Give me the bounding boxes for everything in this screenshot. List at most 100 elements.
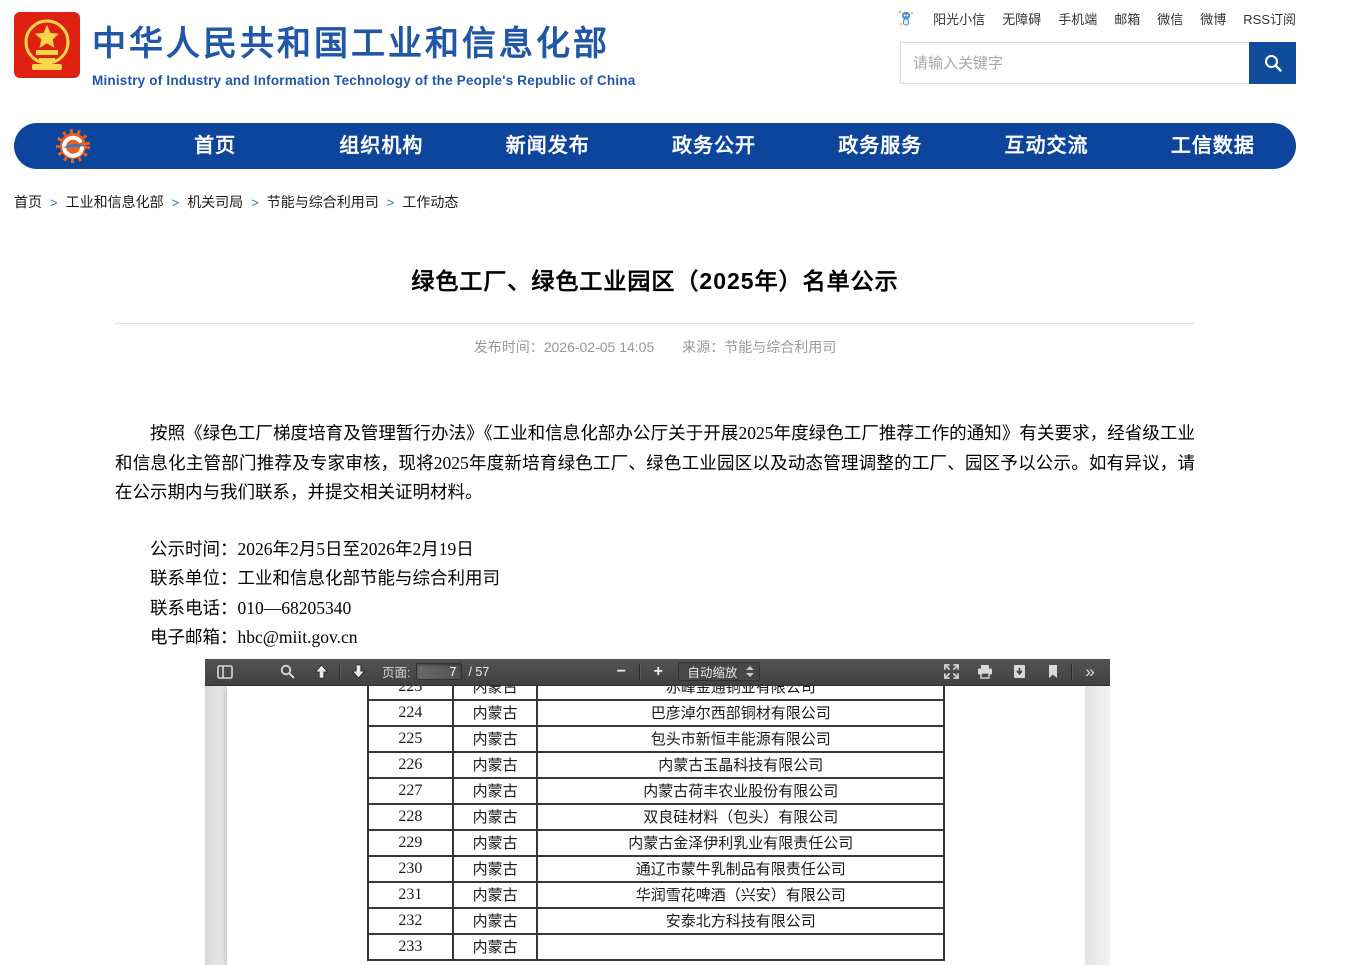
zoom-mode-select[interactable]: 自动缩放 — [678, 662, 760, 681]
top-link-2[interactable]: 手机端 — [1058, 9, 1097, 28]
breadcrumb-item-3[interactable]: 节能与综合利用司 — [267, 192, 379, 212]
table-cell-company: 双良硅材料（包头）有限公司 — [537, 804, 944, 830]
table-row: 225内蒙古包头市新恒丰能源有限公司 — [368, 726, 944, 752]
table-cell-no: 230 — [368, 856, 453, 882]
nav-item-0[interactable]: 首页 — [132, 123, 298, 169]
breadcrumb: 首页>工业和信息化部>机关司局>节能与综合利用司>工作动态 — [14, 192, 1296, 212]
table-cell-company: 内蒙古玉晶科技有限公司 — [537, 752, 944, 778]
table-cell-province: 内蒙古 — [453, 726, 538, 752]
table-cell-company: 赤峰金通铜业有限公司 — [537, 686, 944, 700]
table-cell-no: 231 — [368, 882, 453, 908]
previous-page-button[interactable] — [309, 661, 333, 683]
pdf-page: 223内蒙古赤峰金通铜业有限公司224内蒙古巴彦淖尔西部铜材有限公司225内蒙古… — [227, 686, 1085, 965]
article-paragraph: 按照《绿色工厂梯度培育及管理暂行办法》《工业和信息化部办公厅关于开展2025年度… — [115, 419, 1195, 508]
top-link-5[interactable]: 微博 — [1200, 9, 1226, 28]
breadcrumb-separator: > — [387, 195, 395, 210]
toolbar-divider — [1071, 664, 1072, 680]
bookmark-icon — [1047, 664, 1059, 679]
table-cell-no: 232 — [368, 908, 453, 934]
contact-line-1: 联系单位：工业和信息化部节能与综合利用司 — [115, 564, 1195, 594]
sidebar-toggle-icon — [217, 665, 233, 679]
page-down-icon — [351, 664, 366, 679]
nav-item-3[interactable]: 政务公开 — [631, 123, 797, 169]
pdf-gutter-left — [205, 686, 227, 965]
table-row: 232内蒙古安泰北方科技有限公司 — [368, 908, 944, 934]
download-button[interactable] — [1007, 661, 1031, 683]
table-cell-province: 内蒙古 — [453, 804, 538, 830]
page-label: 页面: — [382, 662, 410, 681]
top-link-0[interactable]: 阳光小信 — [933, 9, 985, 28]
toolbar-divider — [639, 664, 640, 680]
publish-time-label: 发布时间： — [474, 339, 544, 355]
breadcrumb-item-1[interactable]: 工业和信息化部 — [66, 192, 164, 212]
table-cell-company: 巴彦淖尔西部铜材有限公司 — [537, 700, 944, 726]
table-row: 230内蒙古通辽市蒙牛乳制品有限责任公司 — [368, 856, 944, 882]
top-link-6[interactable]: RSS订阅 — [1243, 9, 1296, 28]
search-box — [900, 42, 1296, 84]
fullscreen-icon — [944, 664, 959, 679]
top-links-list: 阳光小信无障碍手机端邮箱微信微博 RSS订阅 — [933, 9, 1296, 28]
assistant-robot-icon — [896, 8, 916, 28]
table-cell-province: 内蒙古 — [453, 882, 538, 908]
table-cell-no: 227 — [368, 778, 453, 804]
table-row: 231内蒙古华润雪花啤酒（兴安）有限公司 — [368, 882, 944, 908]
nav-item-4[interactable]: 政务服务 — [797, 123, 963, 169]
search-button[interactable] — [1249, 42, 1296, 84]
table-row: 224内蒙古巴彦淖尔西部铜材有限公司 — [368, 700, 944, 726]
contact-line-2: 联系电话：010—68205340 — [115, 594, 1195, 624]
find-icon — [280, 664, 295, 679]
article-title: 绿色工厂、绿色工业园区（2025年）名单公示 — [115, 262, 1195, 296]
page-total: / 57 — [468, 665, 489, 679]
site-title-zh: 中华人民共和国工业和信息化部 — [92, 16, 635, 65]
table-cell-company: 内蒙古荷丰农业股份有限公司 — [537, 778, 944, 804]
table-cell-no: 233 — [368, 934, 453, 960]
top-link-4[interactable]: 微信 — [1157, 9, 1183, 28]
table-row: 227内蒙古内蒙古荷丰农业股份有限公司 — [368, 778, 944, 804]
site-title-en: Ministry of Industry and Information Tec… — [92, 73, 635, 88]
publish-time-value: 2026-02-05 14:05 — [544, 339, 655, 355]
page-container: 中华人民共和国工业和信息化部 Ministry of Industry and … — [14, 0, 1296, 965]
zoom-mode-value: 自动缩放 — [687, 662, 737, 681]
page-number-input[interactable] — [416, 663, 462, 680]
table-cell-company: 安泰北方科技有限公司 — [537, 908, 944, 934]
table-cell-no: 224 — [368, 700, 453, 726]
table-row: 229内蒙古内蒙古金泽伊利乳业有限责任公司 — [368, 830, 944, 856]
top-link-1[interactable]: 无障碍 — [1002, 9, 1041, 28]
source-label: 来源： — [682, 339, 724, 355]
nav-item-2[interactable]: 新闻发布 — [465, 123, 631, 169]
print-button[interactable] — [973, 661, 997, 683]
nav-item-1[interactable]: 组织机构 — [298, 123, 464, 169]
next-page-button[interactable] — [346, 661, 370, 683]
bookmark-button[interactable] — [1041, 661, 1065, 683]
breadcrumb-item-0[interactable]: 首页 — [14, 192, 42, 212]
top-links: 阳光小信无障碍手机端邮箱微信微博 RSS订阅 — [896, 8, 1296, 28]
presentation-mode-button[interactable] — [939, 661, 963, 683]
table-cell-company: 包头市新恒丰能源有限公司 — [537, 726, 944, 752]
table-row: 226内蒙古内蒙古玉晶科技有限公司 — [368, 752, 944, 778]
top-link-3[interactable]: 邮箱 — [1114, 9, 1140, 28]
breadcrumb-item-4[interactable]: 工作动态 — [402, 192, 458, 212]
table-cell-no: 223 — [368, 686, 453, 700]
breadcrumb-separator: > — [172, 195, 180, 210]
article-meta: 发布时间：2026-02-05 14:05 来源：节能与综合利用司 — [115, 337, 1195, 357]
miit-gear-logo-icon — [14, 128, 132, 164]
search-input[interactable] — [901, 43, 1249, 83]
table-cell-province: 内蒙古 — [453, 686, 538, 700]
pdf-scroll-area[interactable]: 223内蒙古赤峰金通铜业有限公司224内蒙古巴彦淖尔西部铜材有限公司225内蒙古… — [205, 686, 1110, 965]
find-button[interactable] — [275, 661, 299, 683]
zoom-out-button[interactable]: − — [609, 661, 633, 683]
breadcrumb-separator: > — [50, 195, 58, 210]
table-row: 233内蒙古 — [368, 934, 944, 960]
table-cell-province: 内蒙古 — [453, 778, 538, 804]
green-factory-table: 223内蒙古赤峰金通铜业有限公司224内蒙古巴彦淖尔西部铜材有限公司225内蒙古… — [367, 686, 945, 961]
nav-item-5[interactable]: 互动交流 — [963, 123, 1129, 169]
sidebar-toggle-button[interactable] — [213, 661, 237, 683]
select-arrows-icon — [746, 666, 754, 677]
table-cell-province: 内蒙古 — [453, 830, 538, 856]
nav-item-6[interactable]: 工信数据 — [1130, 123, 1296, 169]
source-value: 节能与综合利用司 — [724, 339, 836, 355]
zoom-in-button[interactable]: + — [646, 661, 670, 683]
breadcrumb-item-2[interactable]: 机关司局 — [187, 192, 243, 212]
table-cell-no: 229 — [368, 830, 453, 856]
more-tools-button[interactable]: » — [1078, 661, 1102, 683]
